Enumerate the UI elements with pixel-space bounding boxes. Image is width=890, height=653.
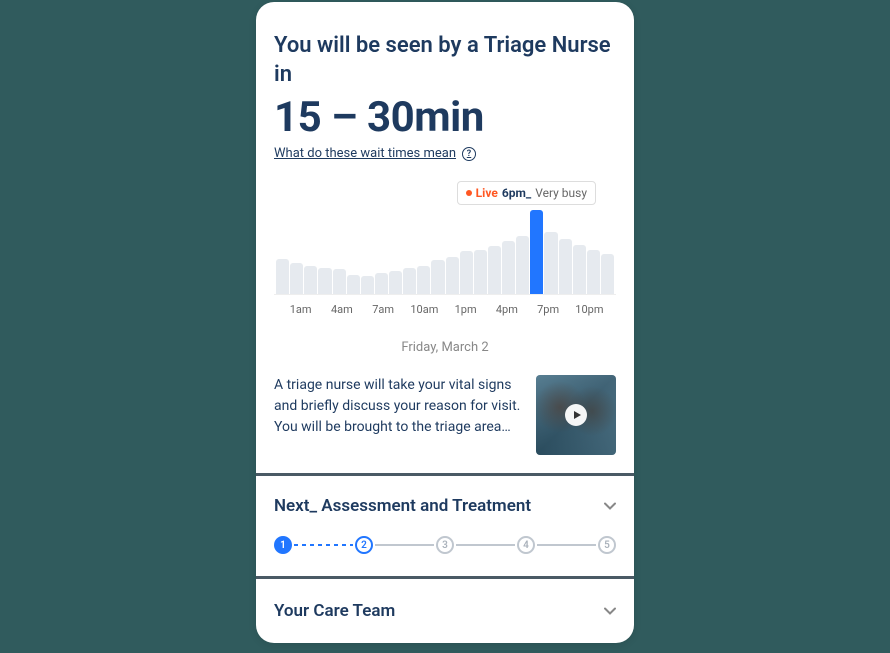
- chart-bar: [431, 260, 444, 294]
- chart-bar: [417, 266, 430, 294]
- progress-connector: [375, 544, 434, 546]
- chart-bar: [474, 250, 487, 295]
- chart-bar: [516, 236, 529, 294]
- live-dot-icon: [466, 190, 472, 196]
- description-row: A triage nurse will take your vital sign…: [274, 375, 616, 455]
- chart-tick-label: 1am: [280, 303, 321, 316]
- progress-stepper: 1 2 3 4 5: [274, 536, 616, 554]
- progress-step: 3: [436, 536, 454, 554]
- chart-tick-label: 1pm: [445, 303, 486, 316]
- chart-tick-label: 4am: [321, 303, 362, 316]
- chart-bar: [347, 275, 360, 295]
- chart-bar: [488, 246, 501, 294]
- next-steps-title: Next_ Assessment and Treatment: [274, 496, 531, 516]
- chart-bar: [601, 254, 614, 294]
- page-heading: You will be seen by a Triage Nurse in: [274, 32, 616, 89]
- next-steps-header[interactable]: Next_ Assessment and Treatment: [274, 496, 616, 516]
- chart-bar: [446, 257, 459, 294]
- chart-bar: [361, 276, 374, 294]
- chart-bar: [333, 269, 346, 294]
- chart-tick-label: 10am: [404, 303, 445, 316]
- triage-description: A triage nurse will take your vital sign…: [274, 375, 524, 438]
- live-badge: Live 6pm_ Very busy: [457, 181, 596, 205]
- progress-connector: [456, 544, 515, 546]
- chart-x-labels: 1am4am7am10am1pm4pm7pm10pm: [274, 303, 616, 316]
- chart-bar: [559, 239, 572, 294]
- help-link-text: What do these wait times mean: [274, 146, 456, 161]
- chart-bar: [530, 210, 543, 295]
- chart-bar: [290, 263, 303, 294]
- chart-bar: [276, 259, 289, 295]
- chart-date: Friday, March 2: [274, 340, 616, 355]
- chart-bar: [573, 245, 586, 294]
- wait-time-card: You will be seen by a Triage Nurse in 15…: [256, 2, 634, 643]
- wait-time-help-link[interactable]: What do these wait times mean ?: [274, 146, 476, 161]
- progress-connector: [537, 544, 596, 546]
- play-icon: [565, 404, 587, 426]
- chart-bar: [502, 241, 515, 294]
- help-icon: ?: [462, 147, 476, 161]
- triage-video-thumbnail[interactable]: [536, 375, 616, 455]
- live-label: Live: [476, 186, 498, 200]
- progress-connector: [294, 544, 353, 546]
- progress-step: 4: [517, 536, 535, 554]
- progress-step: 1: [274, 536, 292, 554]
- top-section: You will be seen by a Triage Nurse in 15…: [256, 2, 634, 473]
- next-steps-section: Next_ Assessment and Treatment 1 2 3 4 5: [256, 476, 634, 576]
- chart-bar: [304, 266, 317, 294]
- chart-bar: [375, 273, 388, 294]
- progress-step: 2: [355, 536, 373, 554]
- wait-time-value: 15 – 30min: [274, 93, 616, 142]
- chart-tick-label: 10pm: [569, 303, 610, 316]
- progress-step: 5: [598, 536, 616, 554]
- live-status: Very busy: [535, 186, 587, 200]
- chart-bar: [544, 232, 557, 294]
- chart-tick-label: 7am: [363, 303, 404, 316]
- care-team-title: Your Care Team: [274, 601, 395, 621]
- chart-bar: [587, 250, 600, 295]
- chart-bar: [403, 268, 416, 295]
- chart-tick-label: 7pm: [528, 303, 569, 316]
- chart-tick-label: 4pm: [486, 303, 527, 316]
- busy-chart: Live 6pm_ Very busy 1am4am7am10am1pm4pm7…: [274, 205, 616, 355]
- care-team-header[interactable]: Your Care Team: [256, 579, 634, 643]
- chart-bar: [389, 271, 402, 294]
- chart-bars: [274, 205, 616, 295]
- chevron-down-icon: [604, 500, 616, 512]
- chart-bar: [318, 268, 331, 295]
- chart-bar: [460, 251, 473, 294]
- live-time: 6pm_: [502, 186, 531, 200]
- chevron-down-icon: [604, 605, 616, 617]
